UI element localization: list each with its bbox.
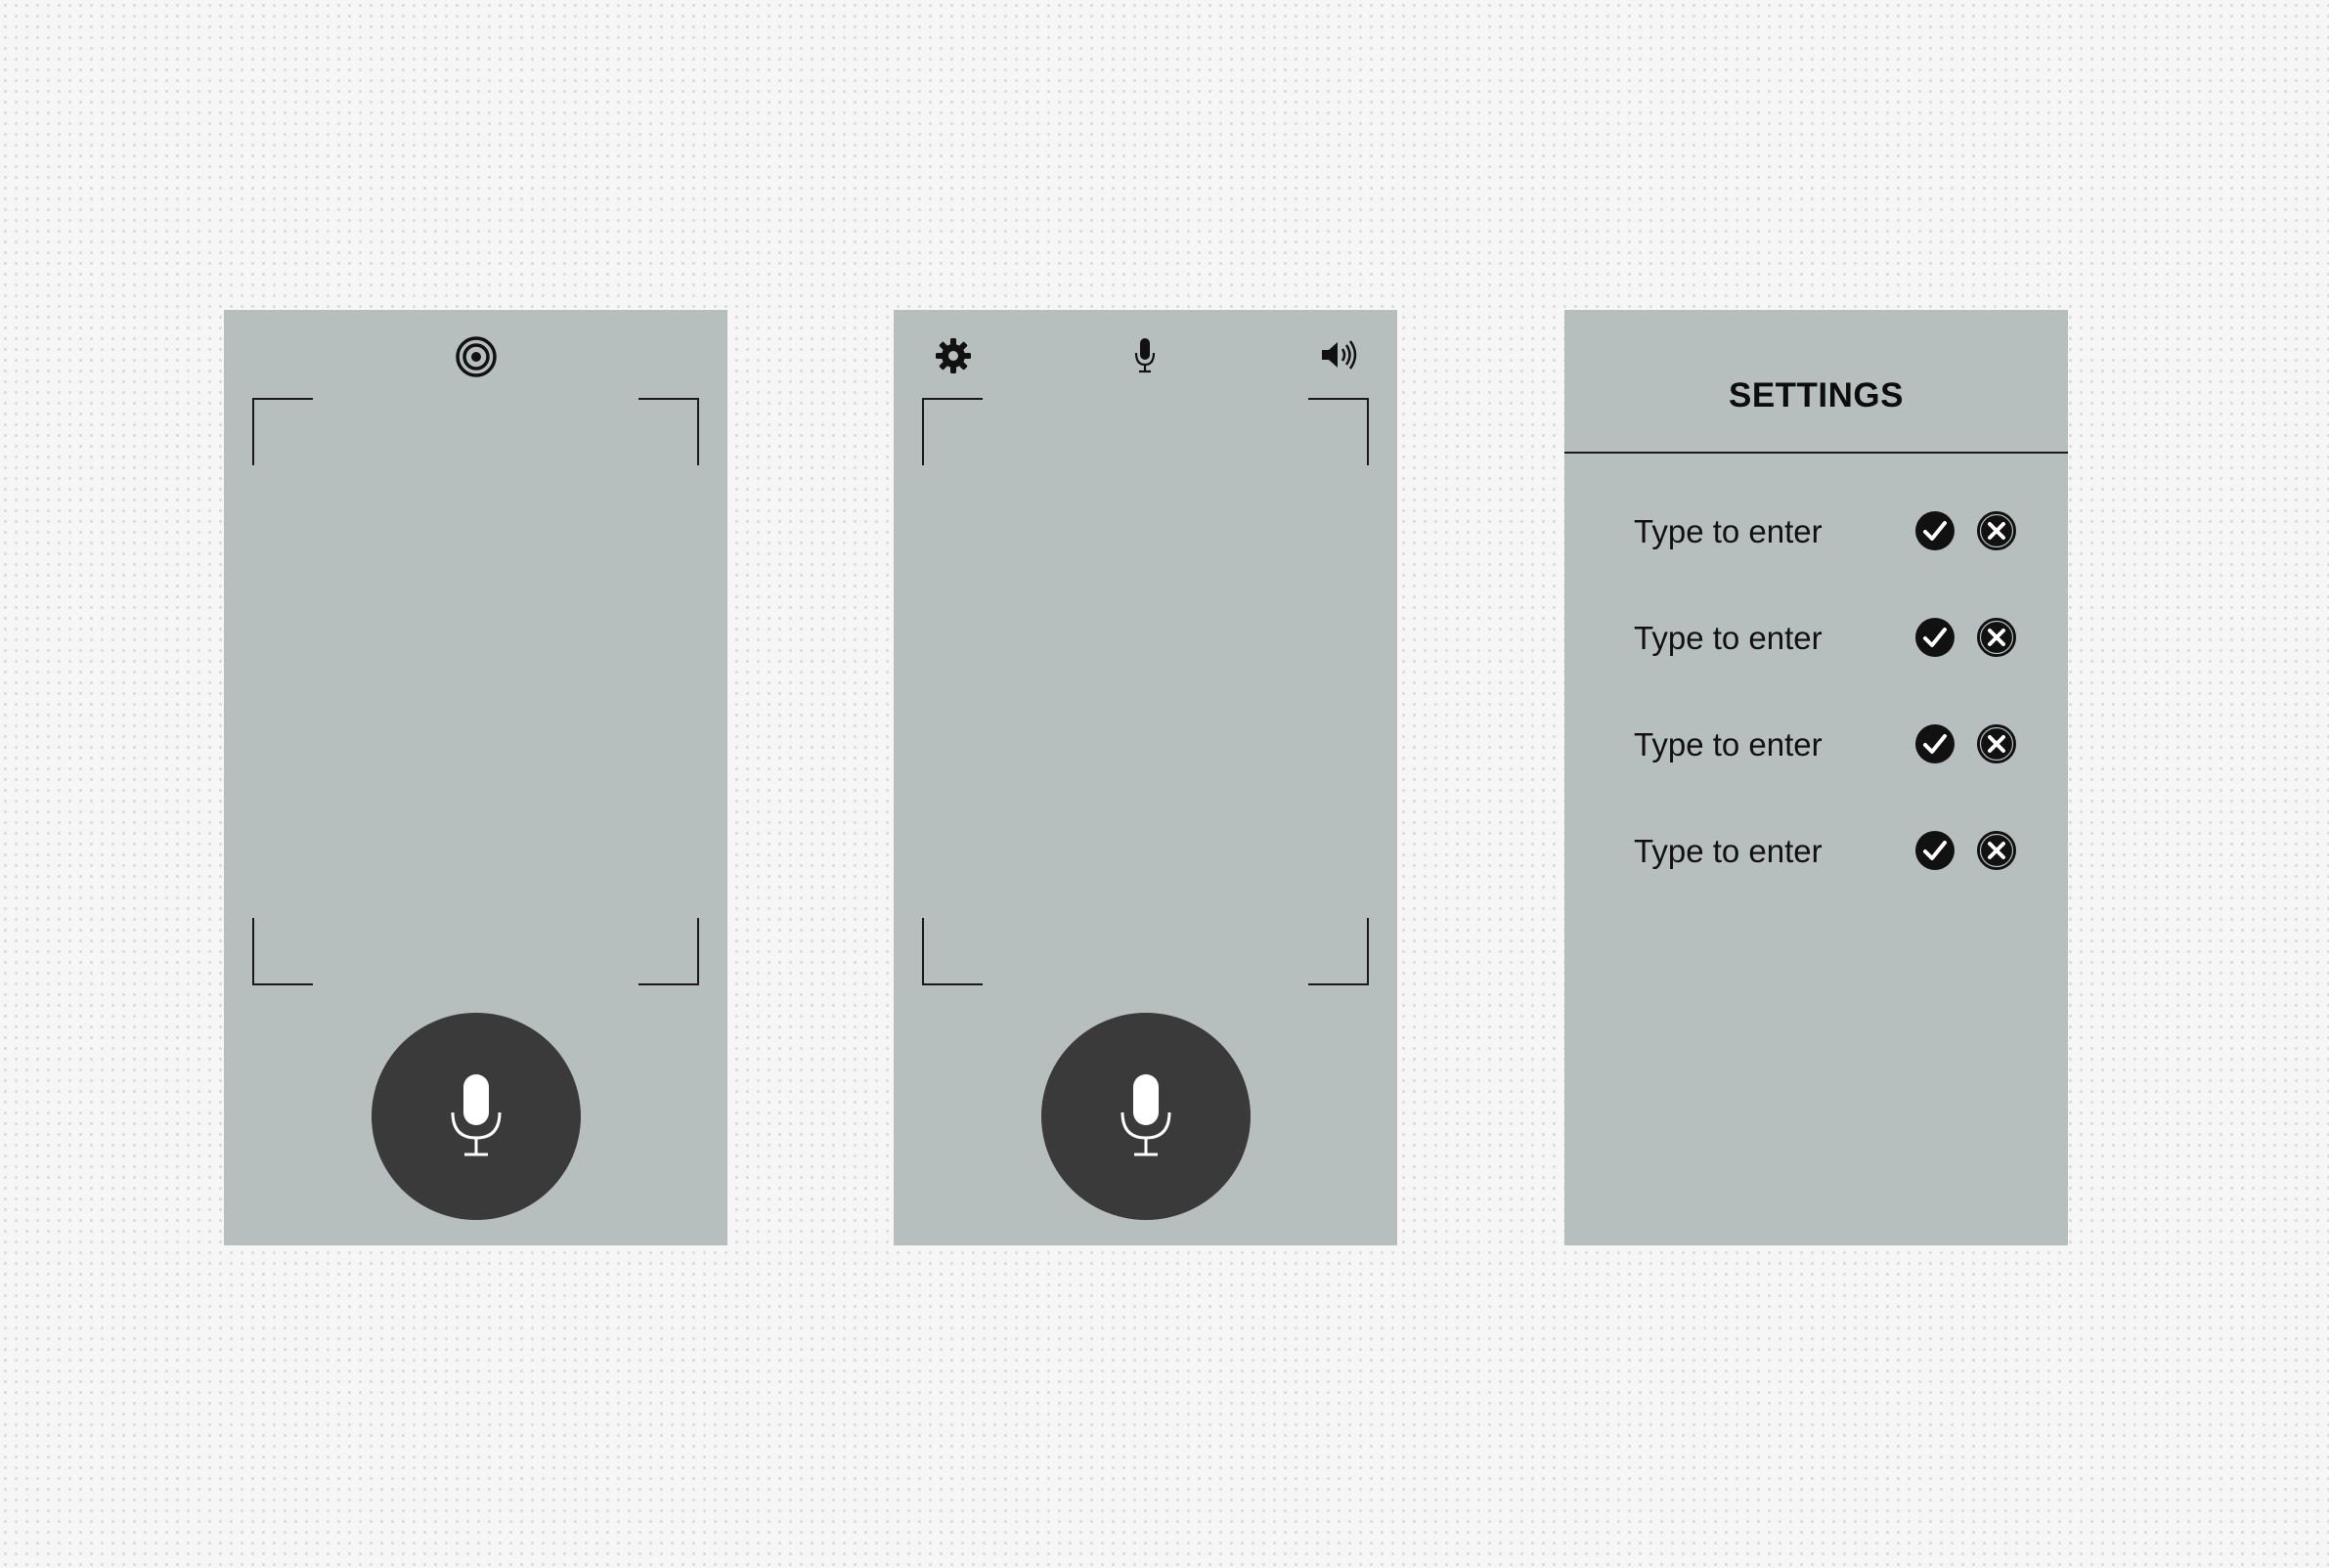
viewfinder-corner-top-right — [638, 398, 699, 465]
screen-settings: SETTINGS Type to enter Type to enter Typ… — [1564, 310, 2068, 1245]
settings-row-input[interactable]: Type to enter — [1634, 726, 1823, 763]
settings-title: SETTINGS — [1728, 376, 1905, 414]
close-circle-icon[interactable] — [1976, 723, 2017, 764]
screen-recording-toolbar — [894, 310, 1397, 1245]
close-circle-icon[interactable] — [1976, 830, 2017, 871]
viewfinder-corner-top-right — [1308, 398, 1369, 465]
settings-row: Type to enter — [1634, 508, 2035, 553]
settings-row-input[interactable]: Type to enter — [1634, 620, 1823, 657]
screen-recording — [224, 310, 727, 1245]
viewfinder-corner-bottom-left — [922, 918, 983, 985]
settings-row: Type to enter — [1634, 721, 2035, 766]
divider — [1564, 452, 2068, 454]
settings-row-input[interactable]: Type to enter — [1634, 833, 1823, 870]
record-button[interactable] — [372, 1013, 581, 1220]
mic-icon — [451, 1074, 502, 1156]
viewfinder-corner-bottom-right — [1308, 918, 1369, 985]
mic-small-icon[interactable] — [1133, 337, 1157, 379]
settings-row-input[interactable]: Type to enter — [1634, 513, 1823, 550]
close-circle-icon[interactable] — [1976, 617, 2017, 658]
record-button[interactable] — [1041, 1013, 1251, 1220]
gear-icon[interactable] — [935, 337, 972, 379]
settings-row: Type to enter — [1634, 828, 2035, 873]
viewfinder-corner-top-left — [252, 398, 313, 465]
check-circle-icon[interactable] — [1914, 510, 1955, 551]
mic-icon — [1121, 1074, 1171, 1156]
check-circle-icon[interactable] — [1914, 830, 1955, 871]
check-circle-icon[interactable] — [1914, 723, 1955, 764]
settings-row: Type to enter — [1634, 615, 2035, 660]
viewfinder-corner-bottom-left — [252, 918, 313, 985]
speaker-icon[interactable] — [1319, 338, 1358, 376]
viewfinder-corner-top-left — [922, 398, 983, 465]
check-circle-icon[interactable] — [1914, 617, 1955, 658]
close-circle-icon[interactable] — [1976, 510, 2017, 551]
viewfinder-corner-bottom-right — [638, 918, 699, 985]
target-icon[interactable] — [455, 335, 498, 383]
